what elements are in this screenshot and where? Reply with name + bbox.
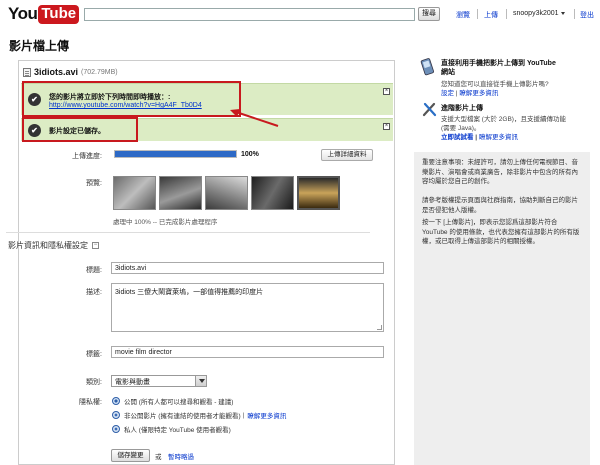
video-thumbnail[interactable] — [159, 176, 202, 210]
logo-tube-text: Tube — [38, 4, 80, 24]
radio-button[interactable] — [112, 425, 120, 433]
radio-button[interactable] — [112, 411, 120, 419]
chevron-down-icon[interactable] — [195, 376, 206, 386]
file-name: 3idiots.avi — [34, 67, 79, 77]
highlight-frame — [22, 81, 241, 117]
tools-icon — [422, 102, 437, 117]
notice-paragraph-1: 重要注意事項：未經許可，請勿上傳任何電視節目、音樂影片、演唱會或商業廣告，除非影… — [422, 159, 578, 185]
skip-link[interactable]: 暫時略過 — [168, 451, 194, 461]
important-notice-box: 重要注意事項：未經許可，請勿上傳任何電視節目、音樂影片、演唱會或商業廣告，除非影… — [414, 152, 590, 465]
user-menu[interactable]: snoopy3k2001 — [513, 10, 565, 17]
notice-paragraph-2: 請參考版權提示頁面與社群指南，協助判斷自己的影片是否侵犯他人版權。 — [422, 197, 578, 214]
close-icon[interactable]: × — [383, 123, 390, 130]
nav-divider — [574, 9, 575, 19]
thumbnail-strip — [113, 176, 340, 210]
privacy-unlisted-label: 非公開影片 (擁有連結的使用者才能觀看) — [124, 413, 241, 420]
or-text: 或 — [155, 454, 162, 461]
tags-label: 標籤: — [86, 351, 102, 358]
tags-field[interactable]: movie film director — [111, 346, 384, 358]
description-text: 3idiots 三傻大鬧寶萊塢，一部值得推薦的印度片 — [115, 289, 264, 296]
mobile-upload-title-2: 網站 — [441, 69, 455, 76]
progress-fill — [115, 151, 236, 157]
file-size: (702.79MB) — [81, 68, 118, 76]
progress-label: 上傳進度: — [72, 153, 102, 160]
section-divider — [6, 232, 370, 233]
notice-paragraph-3: 按一下 [上傳影片]，即表示您認爲這部影片符合 YouTube 的使用條款，也代… — [422, 219, 580, 245]
chevron-down-icon — [560, 11, 565, 15]
privacy-label: 隱私權: — [79, 399, 102, 406]
nav-signout-link[interactable]: 登出 — [580, 10, 594, 20]
details-section-title[interactable]: 影片資訊和隱私權設定 − — [8, 240, 99, 251]
details-section-label: 影片資訊和隱私權設定 — [8, 241, 88, 250]
video-thumbnail[interactable] — [251, 176, 294, 210]
category-select[interactable]: 電影與動畫 — [111, 375, 207, 387]
nav-divider — [506, 9, 507, 19]
try-now-link[interactable]: 立即試試看 — [441, 134, 474, 141]
page-title: 影片檔上傳 — [9, 39, 70, 53]
progress-percent: 100% — [241, 151, 259, 158]
highlight-frame — [22, 117, 138, 142]
collapse-icon[interactable]: − — [92, 242, 99, 249]
mobile-setup-link[interactable]: 設定 — [441, 90, 454, 97]
privacy-private-option[interactable]: 私人 (僅限特定 YouTube 使用者觀看) — [112, 424, 231, 434]
privacy-learn-more-link[interactable]: 瞭解更多資訊 — [247, 410, 286, 420]
video-thumbnail[interactable] — [113, 176, 156, 210]
video-thumbnail[interactable] — [297, 176, 340, 210]
preview-label: 預覽: — [86, 180, 102, 187]
processing-status: 處理中 100% -- 已完成影片處理程序 — [113, 219, 218, 226]
title-label: 標題: — [86, 267, 102, 274]
advanced-upload-title: 進階影片上傳 — [441, 105, 483, 112]
mobile-upload-title: 直接利用手機把影片上傳到 YouTube — [441, 60, 556, 67]
file-header: 3idiots.avi (702.79MB) — [23, 67, 118, 77]
search-input[interactable] — [84, 8, 415, 21]
advanced-upload-links: 立即試試看 | 瞭解更多資訊 — [441, 131, 518, 141]
description-field[interactable]: 3idiots 三傻大鬧寶萊塢，一部值得推薦的印度片 — [111, 283, 384, 332]
nav-browse-link[interactable]: 瀏覽 — [456, 10, 470, 20]
search-button[interactable]: 搜尋 — [418, 7, 440, 21]
youtube-logo[interactable]: You Tube — [8, 4, 80, 24]
privacy-unlisted-option[interactable]: 非公開影片 (擁有連結的使用者才能觀看) | 瞭解更多資訊 — [112, 410, 286, 420]
resize-handle[interactable] — [377, 325, 382, 330]
logo-you-text: You — [8, 4, 38, 23]
upload-progress-bar — [114, 150, 237, 158]
video-thumbnail[interactable] — [205, 176, 248, 210]
save-changes-button[interactable]: 儲存變更 — [111, 449, 150, 462]
mobile-learn-more-link[interactable]: 瞭解更多資訊 — [459, 90, 498, 97]
privacy-public-option[interactable]: 公開 (所有人都可以搜尋和觀看 - 建議) — [112, 396, 233, 406]
username-label: snoopy3k2001 — [513, 10, 559, 17]
file-icon — [23, 67, 31, 77]
nav-upload-link[interactable]: 上傳 — [484, 10, 498, 20]
advanced-learn-more-link[interactable]: 瞭解更多資訊 — [479, 134, 518, 141]
mobile-upload-links: 設定 | 瞭解更多資訊 — [441, 87, 498, 97]
title-field[interactable]: 3idiots.avi — [111, 262, 384, 274]
upload-details-button[interactable]: 上傳詳細資料 — [321, 149, 373, 161]
privacy-private-label: 私人 (僅限特定 YouTube 使用者觀看) — [124, 427, 231, 434]
privacy-public-label: 公開 (所有人都可以搜尋和觀看 - 建議) — [124, 399, 234, 406]
nav-divider — [477, 9, 478, 19]
radio-selected[interactable] — [112, 397, 120, 405]
close-icon[interactable]: × — [383, 88, 390, 95]
category-label: 類別: — [86, 379, 102, 386]
mobile-phone-icon — [420, 58, 434, 76]
description-label: 描述: — [86, 289, 102, 296]
site-header: You Tube 搜尋 瀏覽 上傳 snoopy3k2001 登出 — [0, 0, 600, 30]
category-value: 電影與動畫 — [115, 379, 150, 386]
